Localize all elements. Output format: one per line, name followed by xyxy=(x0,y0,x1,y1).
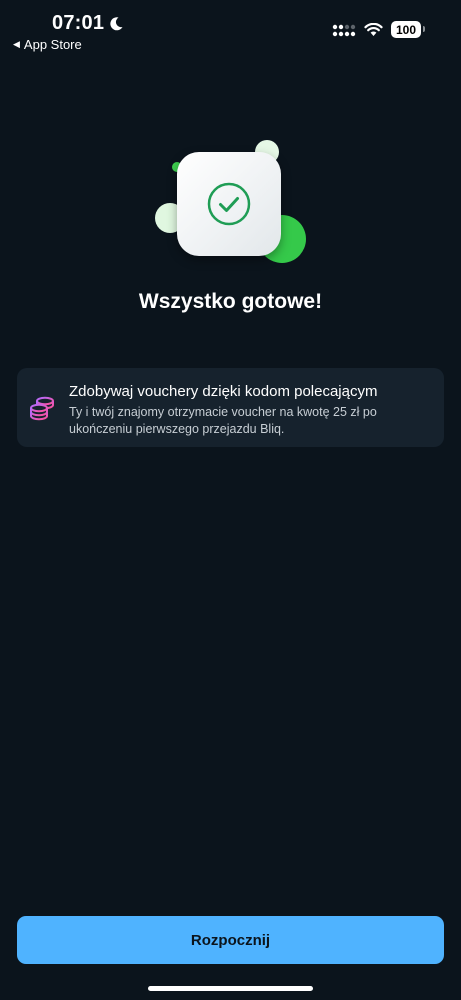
start-button[interactable]: Rozpocznij xyxy=(17,916,444,964)
moon-icon xyxy=(110,16,123,30)
back-to-app-store-link[interactable]: ◀ App Store xyxy=(13,37,82,52)
checkmark-icon xyxy=(207,182,251,226)
referral-title: Zdobywaj vouchery dzięki kodom polecając… xyxy=(69,383,378,400)
cellular-signal-icon xyxy=(332,24,356,36)
back-arrow-icon: ◀ xyxy=(13,39,20,49)
success-card xyxy=(177,152,281,256)
referral-info-card: Zdobywaj vouchery dzięki kodom polecając… xyxy=(17,368,444,447)
clock-time: 07:01 xyxy=(52,12,105,34)
coins-icon xyxy=(30,396,54,421)
back-link-label: App Store xyxy=(23,37,82,52)
status-indicators: 100 xyxy=(332,21,425,38)
wifi-icon xyxy=(364,22,383,36)
battery-icon: 100 xyxy=(391,21,425,38)
home-indicator xyxy=(148,986,313,991)
success-illustration xyxy=(150,138,315,268)
referral-description: Ty i twój znajomy otrzymacie voucher na … xyxy=(69,405,377,436)
status-bar-time: 07:01 xyxy=(52,12,124,35)
page-title: Wszystko gotowe! xyxy=(138,290,323,313)
battery-level: 100 xyxy=(395,22,417,37)
